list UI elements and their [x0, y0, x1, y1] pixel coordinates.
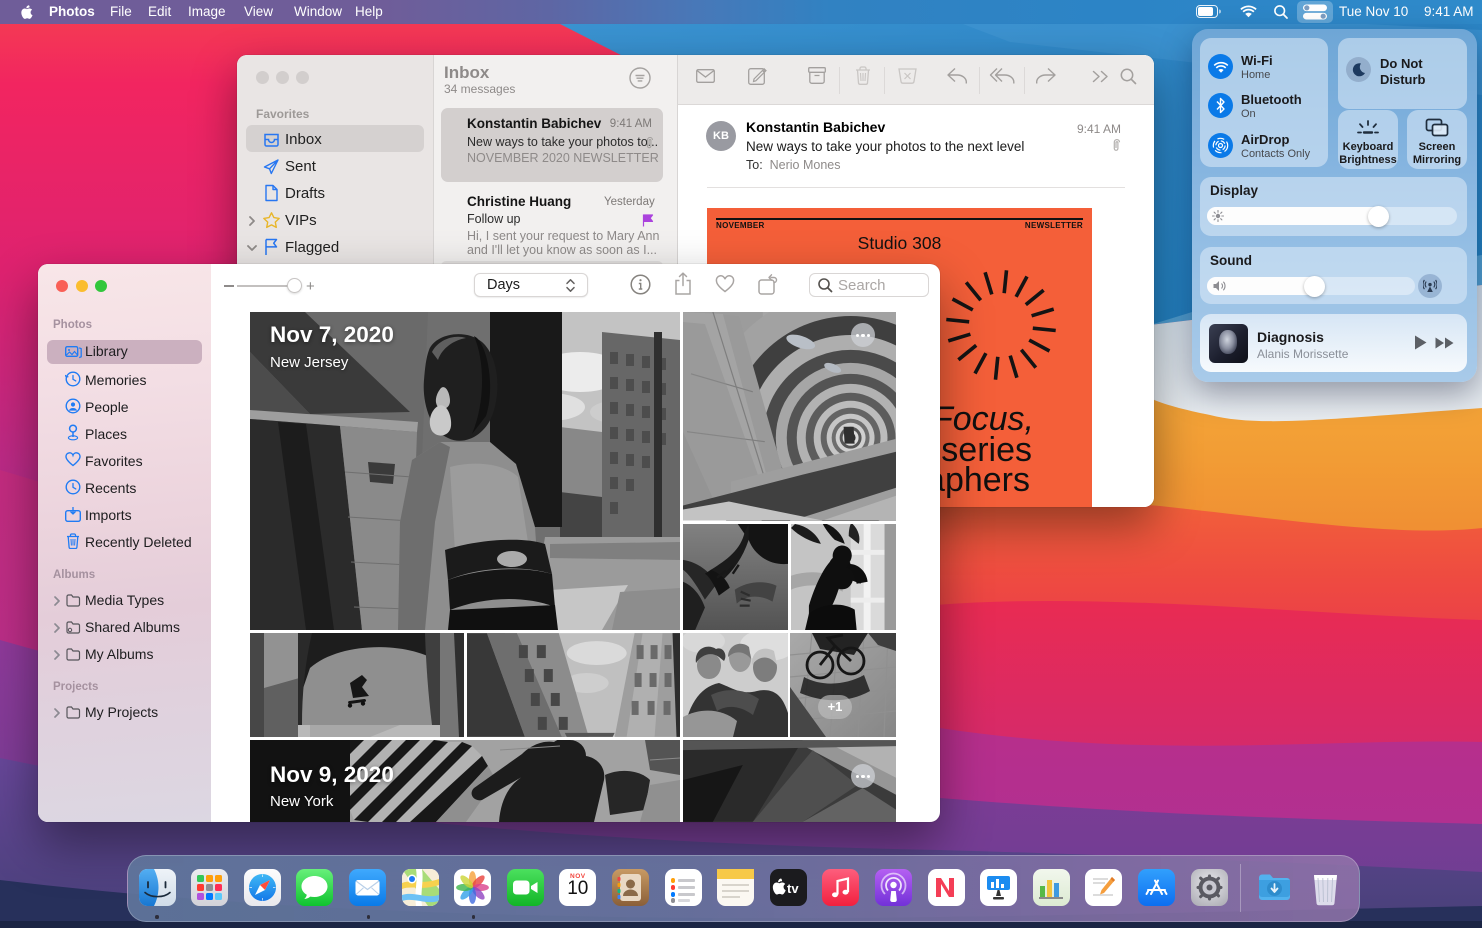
svg-text:tv: tv — [787, 881, 799, 896]
